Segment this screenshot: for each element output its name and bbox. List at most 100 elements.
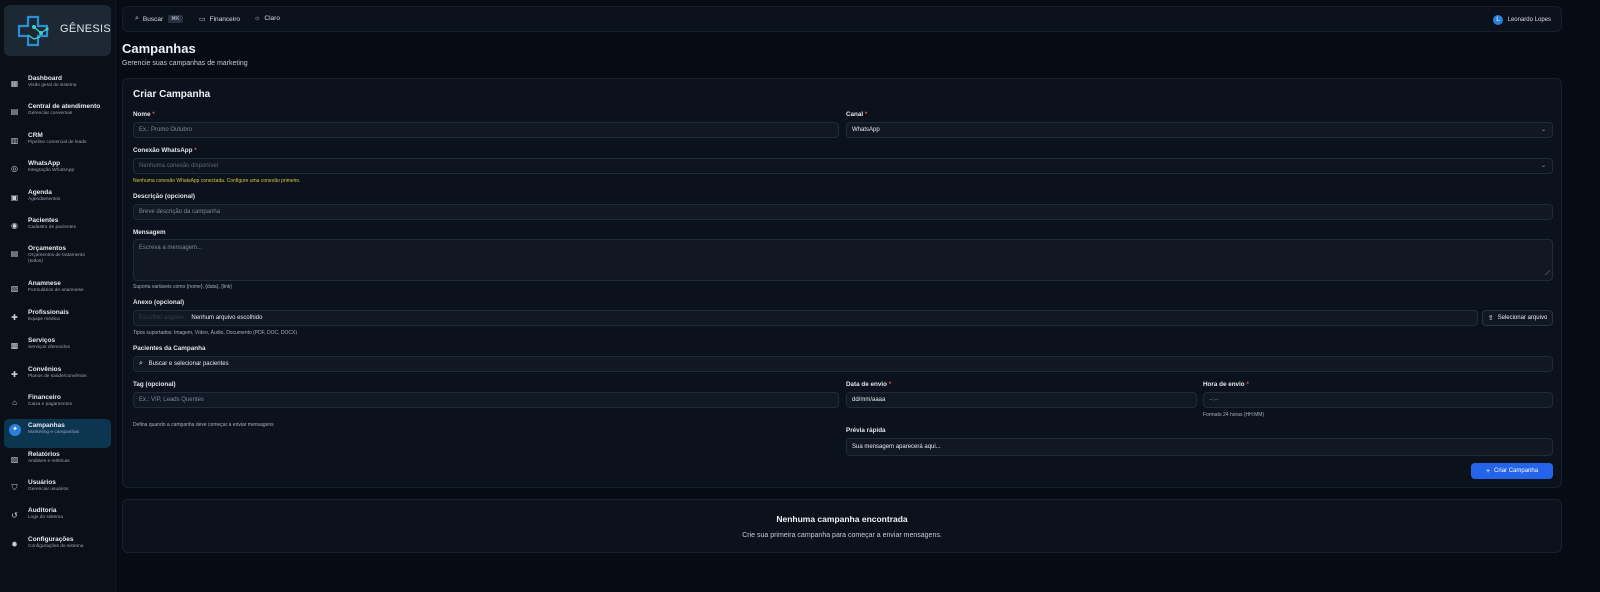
search-label: Buscar (142, 15, 164, 23)
empty-state: Nenhuma campanha encontrada Crie sua pri… (122, 499, 1562, 553)
theme-toggle[interactable]: ☼ Claro (254, 15, 280, 22)
file-name: Nenhum arquivo escolhido (191, 315, 263, 321)
hora-label-text: Hora de envio (1203, 381, 1245, 388)
resize-handle-icon[interactable]: ⟋ (1545, 270, 1550, 278)
sidebar-item-description: Orçamentos de tratamento (todos) (28, 253, 86, 265)
conexao-select[interactable]: Nenhuma conexão disponível ⌄ (133, 158, 1553, 174)
sidebar-item-agenda[interactable]: ▣ Agenda Agendamentos (4, 186, 111, 214)
sidebar-item-auditoria[interactable]: ↺ Auditoria Logs do sistema (4, 504, 111, 532)
logo[interactable]: GÊNESIS (4, 5, 111, 56)
sidebar-item-text: Convênios Planos de saúde/convênios (28, 366, 87, 380)
sidebar-item-text: Serviços Serviços oferecidos (28, 337, 70, 351)
gear-icon: ✹ (11, 539, 18, 549)
mensagem-placeholder: Escreva a mensagem... (139, 245, 203, 251)
sidebar-item-description: Marketing e campanhas (28, 430, 80, 436)
health-plan-icon: ✚ (11, 369, 18, 379)
users-icon: ◉ (11, 220, 18, 230)
sidebar-item-description: Equipe médica (28, 316, 60, 322)
bank-icon: ⌂ (12, 397, 17, 407)
sidebar-item-financeiro[interactable]: ⌂ Financeiro Caixa e pagamentos (4, 391, 111, 419)
plus-icon: + (1485, 467, 1491, 475)
conexao-value: Nenhuma conexão disponível (139, 163, 219, 169)
sidebar-item-configuracoes[interactable]: ✹ Configurações Configurações do sistema (4, 533, 111, 561)
pacientes-placeholder: Buscar e selecionar pacientes (148, 361, 229, 367)
sidebar-item-convenios[interactable]: ✚ Convênios Planos de saúde/convênios (4, 363, 111, 391)
user-name[interactable]: Leonardo Lopes (1508, 17, 1551, 23)
sidebar-item-text: Profissionais Equipe médica (28, 309, 69, 323)
sidebar-item-text: Anamnese Formulários de anamnese (28, 280, 84, 294)
sidebar-item-text: Pacientes Cadastro de pacientes (28, 217, 76, 231)
canal-label: Canal * (846, 111, 867, 118)
hora-label: Hora de envio * (1203, 381, 1249, 388)
mensagem-label: Mensagem (133, 229, 166, 236)
sidebar-item-description: Integração WhatsApp (28, 168, 75, 174)
canal-label-text: Canal (846, 111, 864, 118)
sidebar-item-description: Gerenciar usuários (28, 487, 69, 493)
sidebar-item-central-de-atendimento[interactable]: ▤ Central de atendimento Gerenciar convers… (4, 100, 111, 128)
search-icon: ⌕ (135, 15, 139, 22)
sidebar-item-description: Pipeline comercial de leads (28, 139, 87, 145)
sidebar-item-text: Relatórios Análises e métricas (28, 451, 70, 465)
sidebar-item-dashboard[interactable]: ▦ Dashboard Visão geral do sistema (4, 72, 111, 100)
sidebar-item-description: Análises e métricas (28, 458, 70, 464)
sidebar-item-text: Auditoria Logs do sistema (28, 507, 63, 521)
sidebar-item-usuarios[interactable]: ⛉ Usuários Gerenciar usuários (4, 476, 111, 504)
hora-input[interactable]: --:-- (1203, 392, 1553, 408)
sidebar-item-orcamentos[interactable]: ▤ Orçamentos Orçamentos de tratamento (tod… (4, 242, 111, 277)
descricao-input[interactable]: Breve descrição da campanha (133, 204, 1553, 220)
data-input[interactable]: dd/mm/aaaa (846, 392, 1197, 408)
top-bar: ⌕ Buscar ⌘K ▭ Financeiro ☼ Claro L Leona… (122, 6, 1562, 32)
tag-input[interactable]: Ex.: VIP, Leads Quentes (133, 392, 839, 408)
sidebar-item-label: Relatórios (28, 450, 60, 458)
sidebar-item-text: Financeiro Caixa e pagamentos (28, 394, 72, 408)
sidebar-item-crm[interactable]: ▥ CRM Pipeline comercial de leads (4, 129, 111, 157)
sidebar-item-relatorios[interactable]: ▨ Relatórios Análises e métricas (4, 448, 111, 476)
canal-select[interactable]: WhatsApp ⌄ (846, 122, 1553, 138)
upload-icon: ⇪ (1487, 315, 1494, 322)
theme-label: Claro (264, 15, 280, 22)
chevron-down-icon: ⌄ (1540, 127, 1546, 133)
financeiro-link[interactable]: ▭ Financeiro (199, 15, 240, 24)
avatar[interactable]: L (1493, 15, 1503, 25)
search-button[interactable]: ⌕ Buscar ⌘K (135, 15, 183, 23)
sidebar-item-label: Agenda (28, 188, 52, 196)
sidebar-item-text: Central de atendimento Gerenciar conversa… (28, 103, 100, 117)
sidebar-item-description: Caixa e pagamentos (28, 401, 72, 407)
nome-label: Nome * (133, 111, 155, 118)
financeiro-label: Financeiro (209, 15, 240, 23)
create-campaign-button[interactable]: + Criar Campanha (1471, 463, 1553, 479)
sidebar-item-text: Configurações Configurações do sistema (28, 536, 83, 550)
sidebar-item-text: Orçamentos Orçamentos de tratamento (todo… (28, 245, 98, 265)
select-file-button[interactable]: ⇪ Selecionar arquivo (1482, 310, 1553, 326)
sidebar-item-label: Configurações (28, 535, 74, 543)
anexo-file-input[interactable]: Escolher arquivo Nenhum arquivo escolhid… (133, 310, 1478, 326)
sidebar-item-servicos[interactable]: ▩ Serviços Serviços oferecidos (4, 334, 111, 362)
sidebar-item-whatsapp[interactable]: ◎ WhatsApp Integração WhatsApp (4, 157, 111, 185)
sidebar-item-description: Gerenciar conversas (28, 111, 73, 117)
hora-hint: Formato 24 horas (HH:MM) (1203, 412, 1265, 418)
mensagem-textarea[interactable]: Escreva a mensagem... ⟋ (133, 239, 1553, 281)
nome-input[interactable]: Ex.: Promo Outubro (133, 122, 839, 138)
pacientes-search[interactable]: ⌕ Buscar e selecionar pacientes (133, 356, 1553, 372)
sidebar-item-label: Serviços (28, 337, 56, 345)
choose-file-button[interactable]: Escolher arquivo (139, 315, 184, 321)
sidebar-item-description: Logs do sistema (28, 515, 63, 521)
sidebar-item-pacientes[interactable]: ◉ Pacientes Cadastro de pacientes (4, 214, 111, 242)
anexo-label: Anexo (opcional) (133, 299, 185, 306)
sidebar-item-label: Financeiro (28, 393, 61, 401)
columns-icon: ▥ (10, 135, 19, 145)
sidebar-item-label: Convênios (28, 365, 62, 373)
create-campaign-label: Criar Campanha (1494, 468, 1539, 474)
conexao-label-text: Conexão WhatsApp (133, 147, 193, 154)
sidebar-item-campanhas[interactable]: ✦ Campanhas Marketing e campanhas (4, 419, 111, 448)
sidebar-item-text: CRM Pipeline comercial de leads (28, 132, 86, 146)
history-icon: ↺ (11, 511, 18, 521)
sidebar-item-profissionais[interactable]: ✚ Profissionais Equipe médica (4, 306, 111, 334)
page-subtitle: Gerencie suas campanhas de marketing (122, 60, 248, 67)
chevron-down-icon: ⌄ (1540, 163, 1546, 169)
logo-text: GÊNESIS (60, 23, 112, 35)
empty-state-subtitle: Crie sua primeira campanha para começar … (742, 532, 942, 539)
sidebar-item-label: Dashboard (28, 75, 62, 82)
sidebar-item-anamnese[interactable]: ▧ Anamnese Formulários de anamnese (4, 277, 111, 305)
required-mark: * (194, 147, 197, 154)
